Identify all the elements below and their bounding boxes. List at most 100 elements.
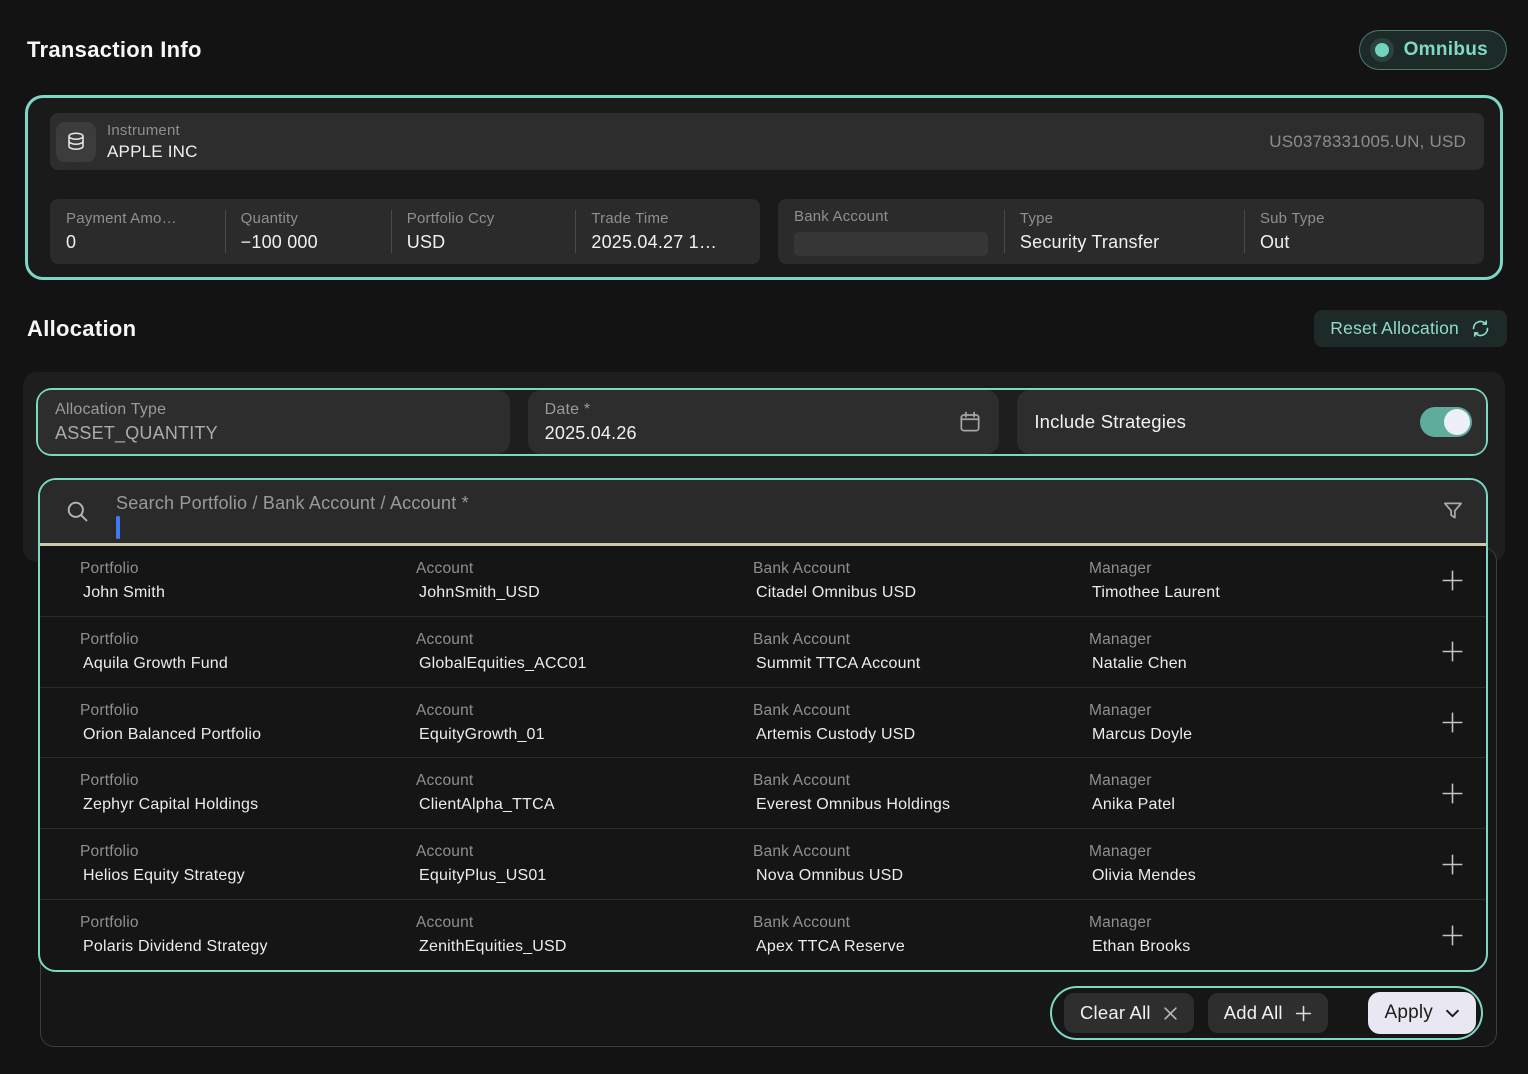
result-row[interactable]: Portfolio Polaris Dividend Strategy Accou…	[40, 899, 1486, 970]
bank-account-value: Summit TTCA Account	[753, 655, 1089, 673]
bank-account-value: Nova Omnibus USD	[753, 867, 1089, 885]
clear-all-button[interactable]: Clear All	[1064, 993, 1194, 1033]
account-value: EquityPlus_US01	[416, 867, 753, 885]
sub-type-label: Sub Type	[1260, 210, 1468, 227]
portfolio-value: John Smith	[80, 584, 416, 602]
include-strategies-field: Include Strategies	[1017, 390, 1486, 454]
plus-icon	[1439, 851, 1466, 878]
add-row-button[interactable]	[1429, 709, 1486, 736]
bank-account-col-label: Bank Account	[753, 631, 1089, 649]
filter-icon[interactable]	[1440, 498, 1466, 524]
trade-time-value: 2025.04.27 1…	[591, 232, 744, 253]
allocation-title: Allocation	[27, 316, 136, 342]
result-row[interactable]: PortfolioAquila Growth Fund AccountGloba…	[40, 616, 1486, 687]
trade-time-label: Trade Time	[591, 210, 744, 227]
result-row[interactable]: PortfolioOrion Balanced Portfolio Accoun…	[40, 687, 1486, 758]
omnibus-badge-label: Omnibus	[1404, 39, 1488, 61]
instrument-value: APPLE INC	[107, 142, 198, 162]
bank-account-value: Apex TTCA Reserve	[753, 938, 1089, 956]
bank-account-value: Everest Omnibus Holdings	[753, 796, 1089, 814]
account-value: ClientAlpha_TTCA	[416, 796, 753, 814]
add-all-button[interactable]: Add All	[1208, 993, 1328, 1033]
bank-account-col-label: Bank Account	[753, 560, 1089, 578]
omnibus-badge[interactable]: Omnibus	[1359, 30, 1507, 70]
sub-type-field: Sub Type Out	[1244, 199, 1484, 264]
type-field: Type Security Transfer	[1004, 199, 1244, 264]
bank-account-col-label: Bank Account	[753, 702, 1089, 720]
type-value: Security Transfer	[1020, 232, 1228, 253]
add-row-button[interactable]	[1429, 567, 1486, 594]
dropdown-action-buttons: Clear All Add All Apply	[1050, 986, 1483, 1040]
transaction-info-header: Transaction Info Omnibus	[27, 30, 1507, 70]
account-value: JohnSmith_USD	[416, 584, 753, 602]
account-value: EquityGrowth_01	[416, 726, 753, 744]
manager-col-label: Manager	[1089, 702, 1429, 720]
manager-value: Ethan Brooks	[1089, 938, 1429, 956]
add-row-button[interactable]	[1429, 851, 1486, 878]
account-value: GlobalEquities_ACC01	[416, 655, 753, 673]
portfolio-col-label: Portfolio	[80, 914, 416, 932]
portfolio-col-label: Portfolio	[80, 702, 416, 720]
account-col-label: Account	[416, 914, 753, 932]
page-title: Transaction Info	[27, 37, 202, 63]
portfolio-ccy-field: Portfolio Ccy USD	[391, 199, 576, 264]
portfolio-value: Polaris Dividend Strategy	[80, 938, 416, 956]
manager-col-label: Manager	[1089, 631, 1429, 649]
quantity-label: Quantity	[241, 210, 375, 227]
apply-button[interactable]: Apply	[1368, 992, 1476, 1034]
transaction-info-panel: Instrument APPLE INC US0378331005.UN, US…	[25, 95, 1503, 280]
manager-value: Marcus Doyle	[1089, 726, 1429, 744]
portfolio-ccy-value: USD	[407, 232, 560, 253]
refresh-icon	[1470, 318, 1491, 339]
clear-all-label: Clear All	[1080, 1002, 1151, 1024]
coins-icon	[56, 122, 96, 162]
portfolio-col-label: Portfolio	[80, 631, 416, 649]
bank-account-col-label: Bank Account	[753, 914, 1089, 932]
add-row-button[interactable]	[1429, 638, 1486, 665]
plus-icon	[1439, 638, 1466, 665]
search-dropdown: Search Portfolio / Bank Account / Accoun…	[38, 478, 1488, 972]
portfolio-col-label: Portfolio	[80, 560, 416, 578]
manager-value: Timothee Laurent	[1089, 584, 1429, 602]
search-input[interactable]: Search Portfolio / Bank Account / Accoun…	[40, 480, 1486, 543]
instrument-field[interactable]: Instrument APPLE INC US0378331005.UN, US…	[50, 113, 1484, 170]
instrument-isin: US0378331005.UN, USD	[1269, 132, 1484, 152]
search-icon	[64, 498, 91, 525]
portfolio-value: Orion Balanced Portfolio	[80, 726, 416, 744]
add-row-button[interactable]	[1429, 780, 1486, 807]
manager-col-label: Manager	[1089, 843, 1429, 861]
portfolio-col-label: Portfolio	[80, 843, 416, 861]
sub-type-value: Out	[1260, 232, 1468, 253]
bank-account-field[interactable]: Bank Account	[778, 199, 1004, 264]
allocation-type-label: Allocation Type	[55, 401, 493, 419]
add-row-button[interactable]	[1429, 922, 1486, 949]
include-strategies-label: Include Strategies	[1034, 411, 1186, 433]
result-row[interactable]: PortfolioHelios Equity Strategy AccountE…	[40, 828, 1486, 899]
result-row[interactable]: PortfolioZephyr Capital Holdings Account…	[40, 757, 1486, 828]
date-value: 2025.04.26	[545, 423, 983, 444]
allocation-results-list: Portfolio John Smith Account JohnSmith_USD…	[40, 546, 1486, 970]
transaction-fields-right: Bank Account Type Security Transfer Sub …	[778, 199, 1484, 264]
account-value: ZenithEquities_USD	[416, 938, 753, 956]
account-col-label: Account	[416, 560, 753, 578]
add-all-label: Add All	[1224, 1002, 1283, 1024]
allocation-header: Allocation Reset Allocation	[27, 310, 1507, 347]
transaction-fields-left: Payment Amo… 0 Quantity −100 000 Portfol…	[50, 199, 760, 264]
manager-col-label: Manager	[1089, 914, 1429, 932]
result-row[interactable]: Portfolio John Smith Account JohnSmith_USD…	[40, 546, 1486, 616]
text-caret	[116, 516, 120, 539]
date-field[interactable]: Date * 2025.04.26	[528, 390, 1000, 454]
account-col-label: Account	[416, 772, 753, 790]
portfolio-value: Zephyr Capital Holdings	[80, 796, 416, 814]
bank-account-col-label: Bank Account	[753, 772, 1089, 790]
calendar-icon[interactable]	[957, 409, 983, 435]
include-strategies-toggle[interactable]	[1420, 407, 1472, 437]
plus-icon	[1439, 709, 1466, 736]
allocation-type-field[interactable]: Allocation Type ASSET_QUANTITY	[38, 390, 510, 454]
reset-allocation-button[interactable]: Reset Allocation	[1314, 310, 1507, 347]
trade-time-field: Trade Time 2025.04.27 1…	[575, 199, 760, 264]
bank-account-input[interactable]	[794, 232, 988, 256]
allocation-type-value: ASSET_QUANTITY	[55, 423, 493, 444]
manager-value: Anika Patel	[1089, 796, 1429, 814]
payment-amount-value: 0	[66, 232, 209, 253]
